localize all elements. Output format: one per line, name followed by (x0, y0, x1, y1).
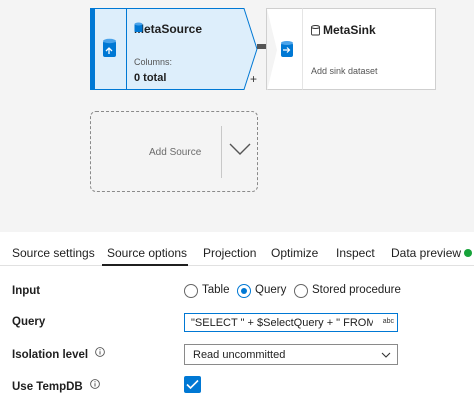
input-label: Input (12, 285, 41, 297)
checkmark-icon (186, 379, 199, 390)
radio-stored-procedure-circle[interactable] (294, 284, 308, 298)
database-icon (134, 22, 143, 32)
query-input-value: "SELECT " + $SelectQuery + " FROM "... (191, 317, 373, 329)
info-icon[interactable] (95, 347, 106, 357)
query-label: Query (12, 316, 46, 328)
sink-node-subtitle: Add sink dataset (311, 66, 378, 76)
add-transformation-button[interactable]: + (250, 72, 257, 86)
tab-data-preview[interactable]: Data preview (391, 246, 461, 260)
sink-node-title: MetaSink (311, 23, 376, 37)
active-tab-indicator (102, 264, 188, 266)
source-node-title-text: MetaSource (134, 22, 203, 36)
isolation-level-label-text: Isolation level (12, 349, 89, 361)
expression-abc-badge[interactable]: abc (383, 318, 394, 325)
source-node-columns-value: 0 total (134, 72, 167, 84)
radio-table-label: Table (202, 284, 230, 296)
source-node-title: MetaSource (134, 22, 202, 36)
radio-table-circle[interactable] (184, 284, 198, 298)
sink-node-handle[interactable] (266, 8, 302, 91)
radio-query-circle[interactable] (237, 284, 251, 298)
source-node-handle[interactable] (90, 8, 126, 90)
source-node-columns-label: Columns: (134, 57, 173, 67)
source-node-body[interactable]: MetaSource Columns: 0 total (126, 8, 258, 90)
chevron-down-icon (381, 352, 391, 358)
settings-tab-bar: Source settings Source options Projectio… (0, 240, 474, 266)
info-icon[interactable] (90, 379, 100, 389)
tab-inspect[interactable]: Inspect (336, 246, 375, 260)
status-dot (464, 249, 472, 257)
tab-projection[interactable]: Projection (203, 246, 256, 260)
query-input[interactable]: "SELECT " + $SelectQuery + " FROM "... a… (184, 313, 398, 332)
tab-source-settings[interactable]: Source settings (12, 246, 95, 260)
use-tempdb-label-text: Use TempDB (12, 381, 83, 393)
use-tempdb-label: Use TempDB (12, 379, 100, 393)
sink-dataset-icon (267, 9, 293, 91)
source-dataset-icon (103, 38, 116, 57)
sink-node-title-text: MetaSink (323, 23, 376, 37)
isolation-level-value: Read uncommitted (193, 349, 286, 361)
radio-query-label: Query (255, 284, 287, 296)
tab-source-options[interactable]: Source options (107, 246, 187, 260)
tab-optimize[interactable]: Optimize (271, 246, 318, 260)
chevron-down-icon[interactable] (229, 142, 251, 156)
source-node-metasource[interactable]: MetaSource Columns: 0 total (90, 8, 258, 90)
data-flow-canvas[interactable]: MetaSource Columns: 0 total + MetaSink A… (0, 0, 474, 232)
add-source-label: Add Source (149, 147, 202, 158)
isolation-level-select[interactable]: Read uncommitted (184, 344, 398, 365)
isolation-level-label: Isolation level (12, 347, 106, 361)
database-icon (311, 25, 320, 36)
use-tempdb-checkbox[interactable] (184, 376, 201, 393)
sink-node-metasink[interactable]: MetaSink Add sink dataset (302, 8, 436, 90)
radio-stored-procedure-label: Stored procedure (312, 284, 401, 296)
add-source-divider (221, 126, 222, 178)
add-source-box[interactable]: Add Source (90, 111, 258, 192)
